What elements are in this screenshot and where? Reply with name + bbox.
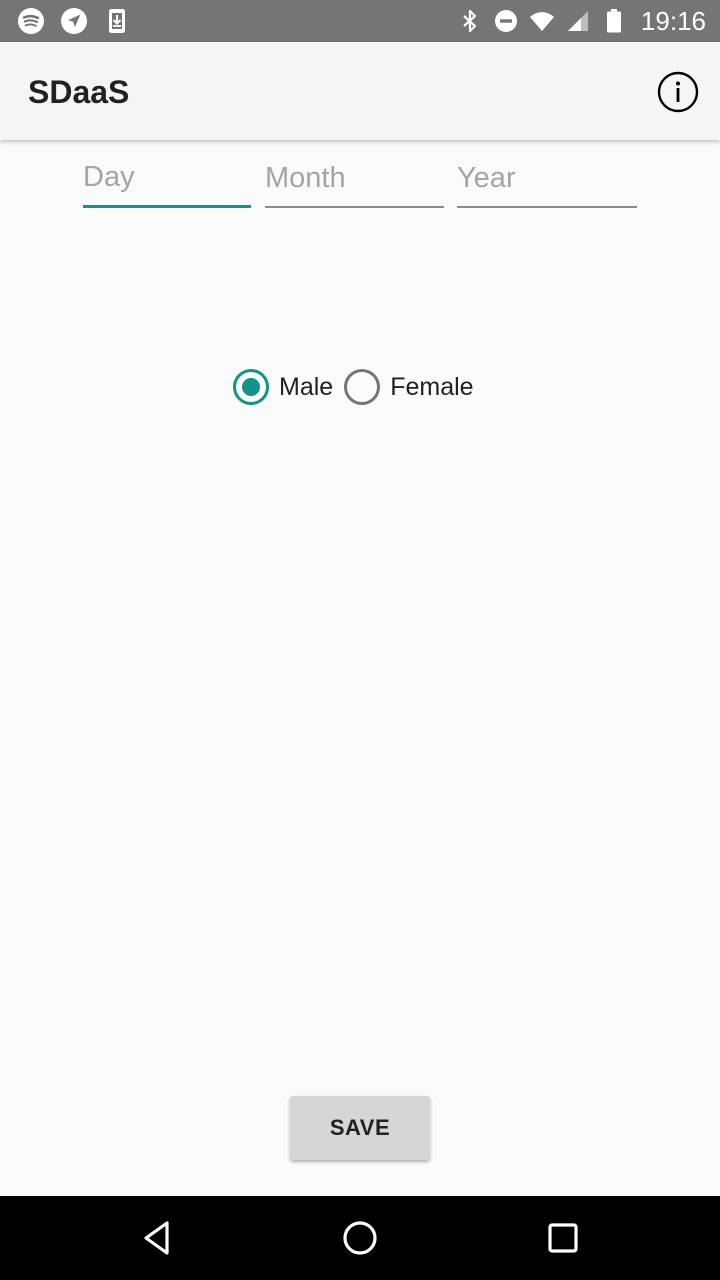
navigation-bar [0, 1196, 720, 1280]
app-title: SDaaS [28, 74, 130, 110]
radio-male-label[interactable]: Male [279, 369, 333, 405]
radio-female-label[interactable]: Female [390, 369, 473, 405]
notification-icons [16, 6, 132, 36]
gender-radio-group: Male Female [233, 367, 474, 407]
month-input[interactable] [265, 152, 444, 208]
year-input[interactable] [457, 152, 637, 208]
info-button[interactable] [656, 70, 700, 114]
status-clock: 19:16 [640, 6, 706, 36]
radio-female[interactable]: Female [344, 369, 474, 405]
app-bar: SDaaS [0, 42, 720, 140]
save-button[interactable]: SAVE [290, 1096, 430, 1160]
signal-icon [567, 11, 588, 31]
radio-male[interactable]: Male [233, 369, 333, 405]
back-icon[interactable] [136, 1216, 180, 1260]
download-icon [109, 9, 125, 33]
spotify-icon [18, 8, 44, 34]
day-input[interactable] [83, 152, 251, 208]
radio-male-button[interactable] [233, 369, 269, 405]
bluetooth-icon [463, 9, 477, 33]
navigation-icon [61, 8, 87, 34]
wifi-icon [529, 12, 554, 31]
radio-female-button[interactable] [344, 369, 381, 405]
status-bar: 19:16 [0, 0, 720, 42]
info-icon [657, 71, 699, 113]
do-not-disturb-icon [494, 10, 517, 32]
recents-icon[interactable] [541, 1216, 585, 1260]
battery-icon [606, 9, 621, 33]
home-icon[interactable] [338, 1216, 382, 1260]
system-icons: 19:16 [457, 6, 706, 36]
